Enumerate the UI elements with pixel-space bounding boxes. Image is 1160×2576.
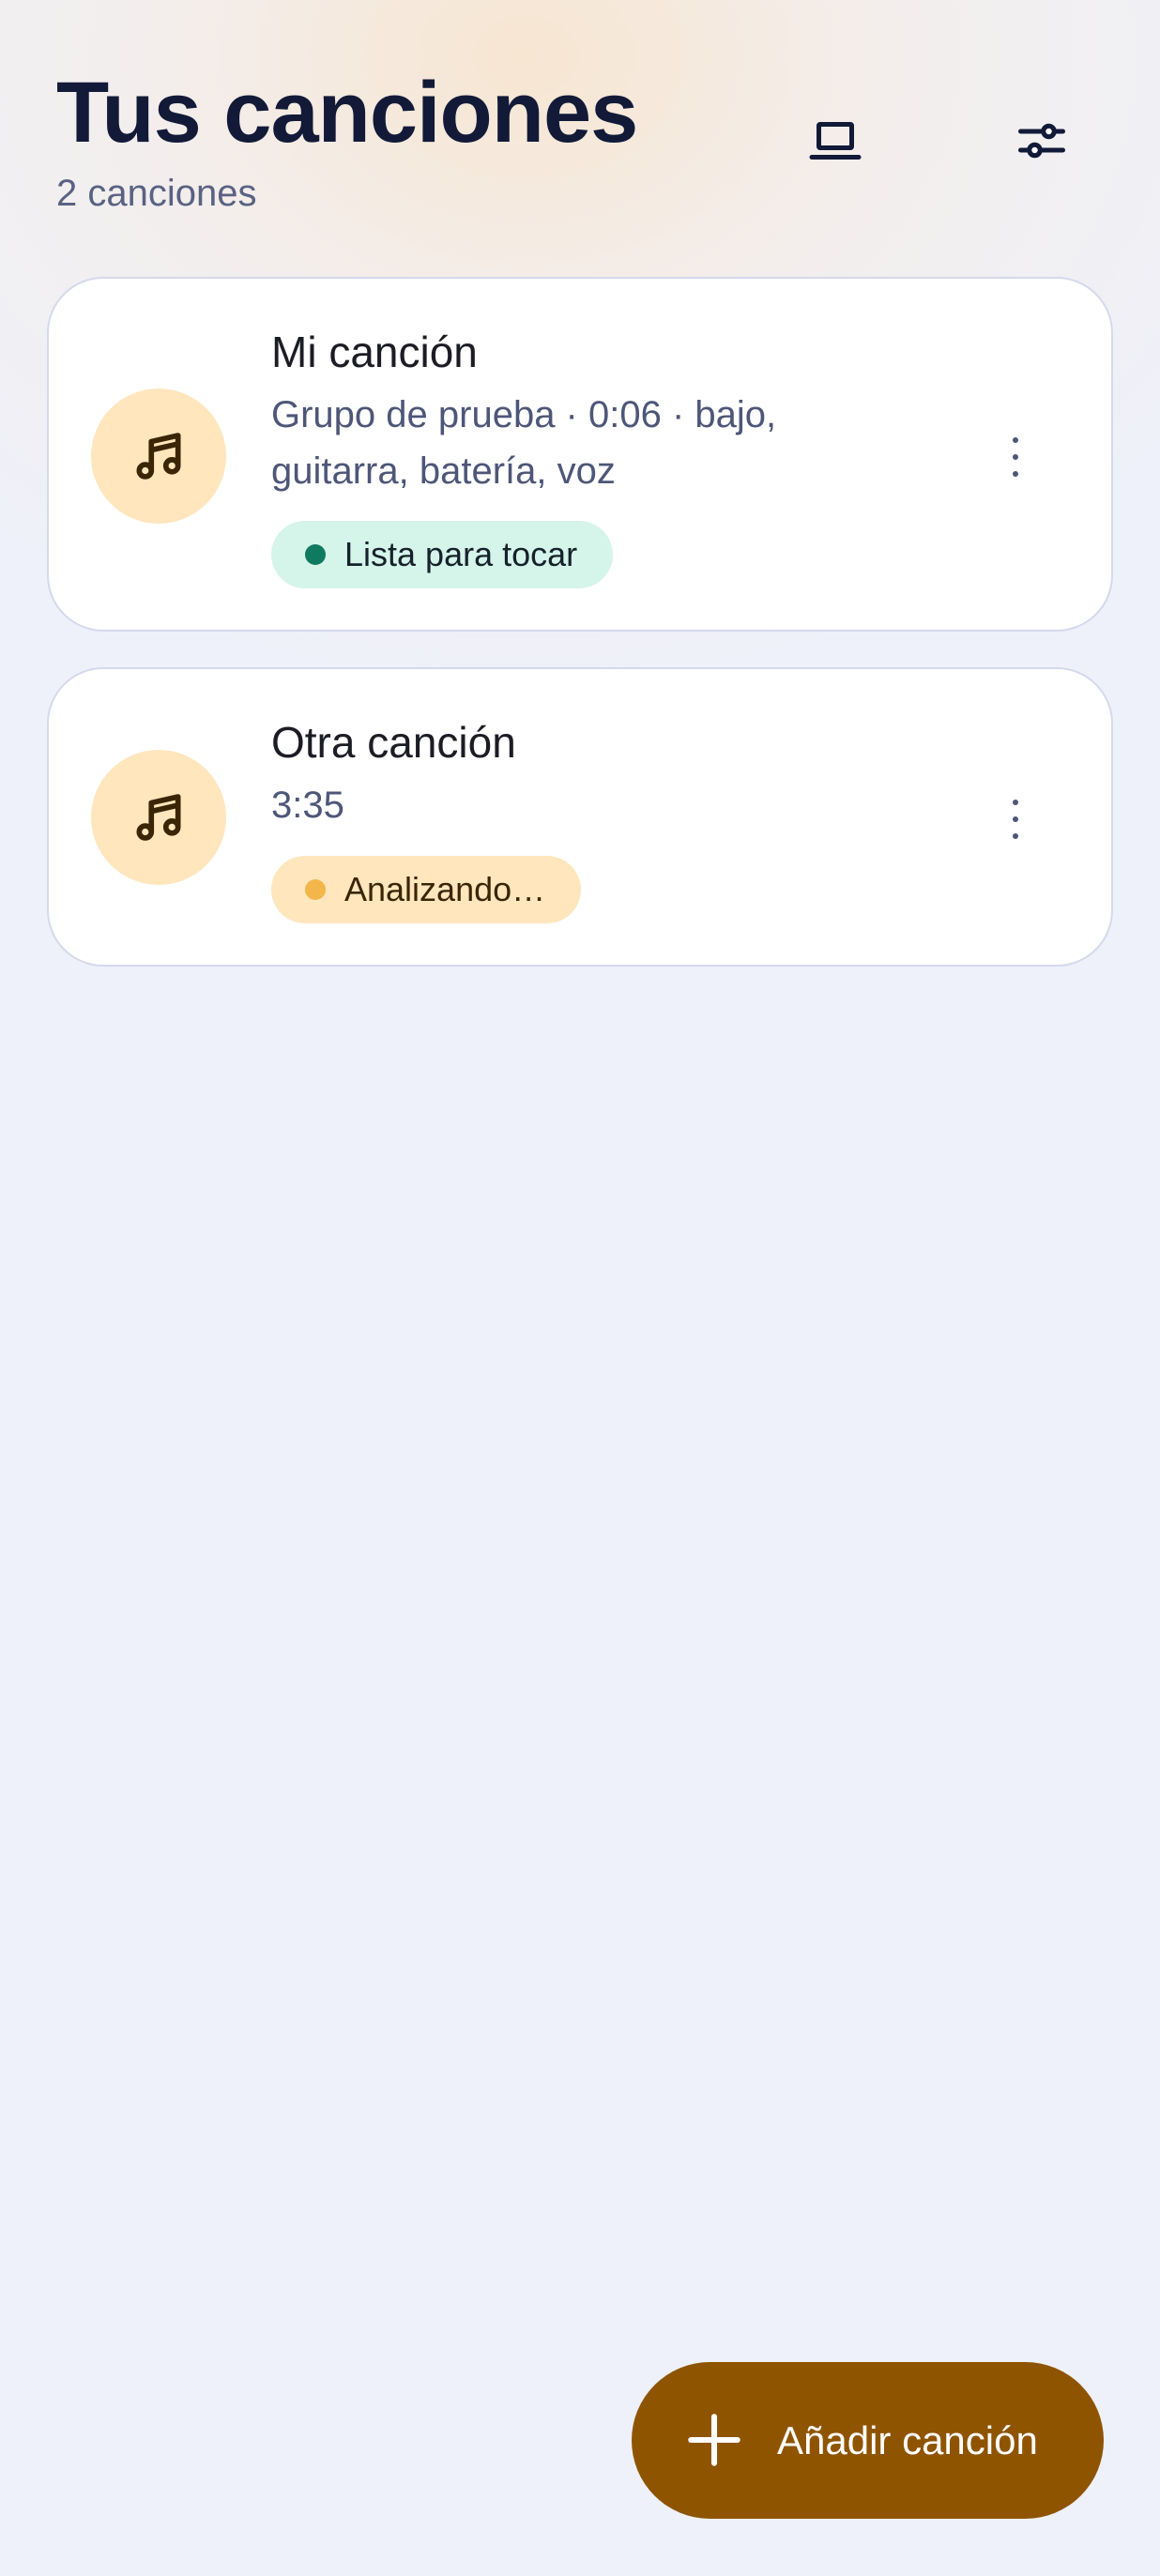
music-note-icon (136, 794, 181, 841)
add-song-button[interactable]: Añadir canción (632, 2362, 1104, 2519)
song-card[interactable]: Otra canción 3:35 Analizando… (47, 667, 1113, 967)
status-dot (305, 544, 326, 565)
page-title: Tus canciones (56, 65, 638, 160)
laptop-button[interactable] (788, 94, 882, 188)
song-meta: Grupo de prueba · 0:06 · bajo, guitarra,… (271, 394, 777, 492)
more-vert-icon (1013, 437, 1018, 477)
song-meta: 3:35 (271, 785, 344, 826)
more-options-button[interactable] (978, 782, 1053, 857)
song-avatar (91, 750, 226, 885)
plus-icon (688, 2414, 740, 2466)
song-title: Mi canción (271, 328, 478, 376)
status-label: Analizando… (344, 870, 546, 908)
filter-settings-button[interactable] (995, 94, 1089, 188)
song-title: Otra canción (271, 718, 516, 767)
status-dot (305, 879, 326, 900)
status-badge: Analizando… (271, 856, 582, 923)
more-options-button[interactable] (978, 419, 1053, 495)
laptop-icon (809, 122, 862, 160)
status-label: Lista para tocar (344, 535, 578, 573)
add-song-label: Añadir canción (777, 2418, 1038, 2462)
app-header: Tus canciones 2 canciones (56, 56, 1107, 225)
song-avatar (91, 389, 226, 524)
status-badge: Lista para tocar (271, 521, 614, 588)
tune-icon (1018, 123, 1065, 159)
song-count: 2 canciones (56, 173, 257, 214)
music-note-icon (136, 433, 181, 480)
more-vert-icon (1013, 800, 1018, 839)
song-card[interactable]: Mi canción Grupo de prueba · 0:06 · bajo… (47, 277, 1113, 632)
